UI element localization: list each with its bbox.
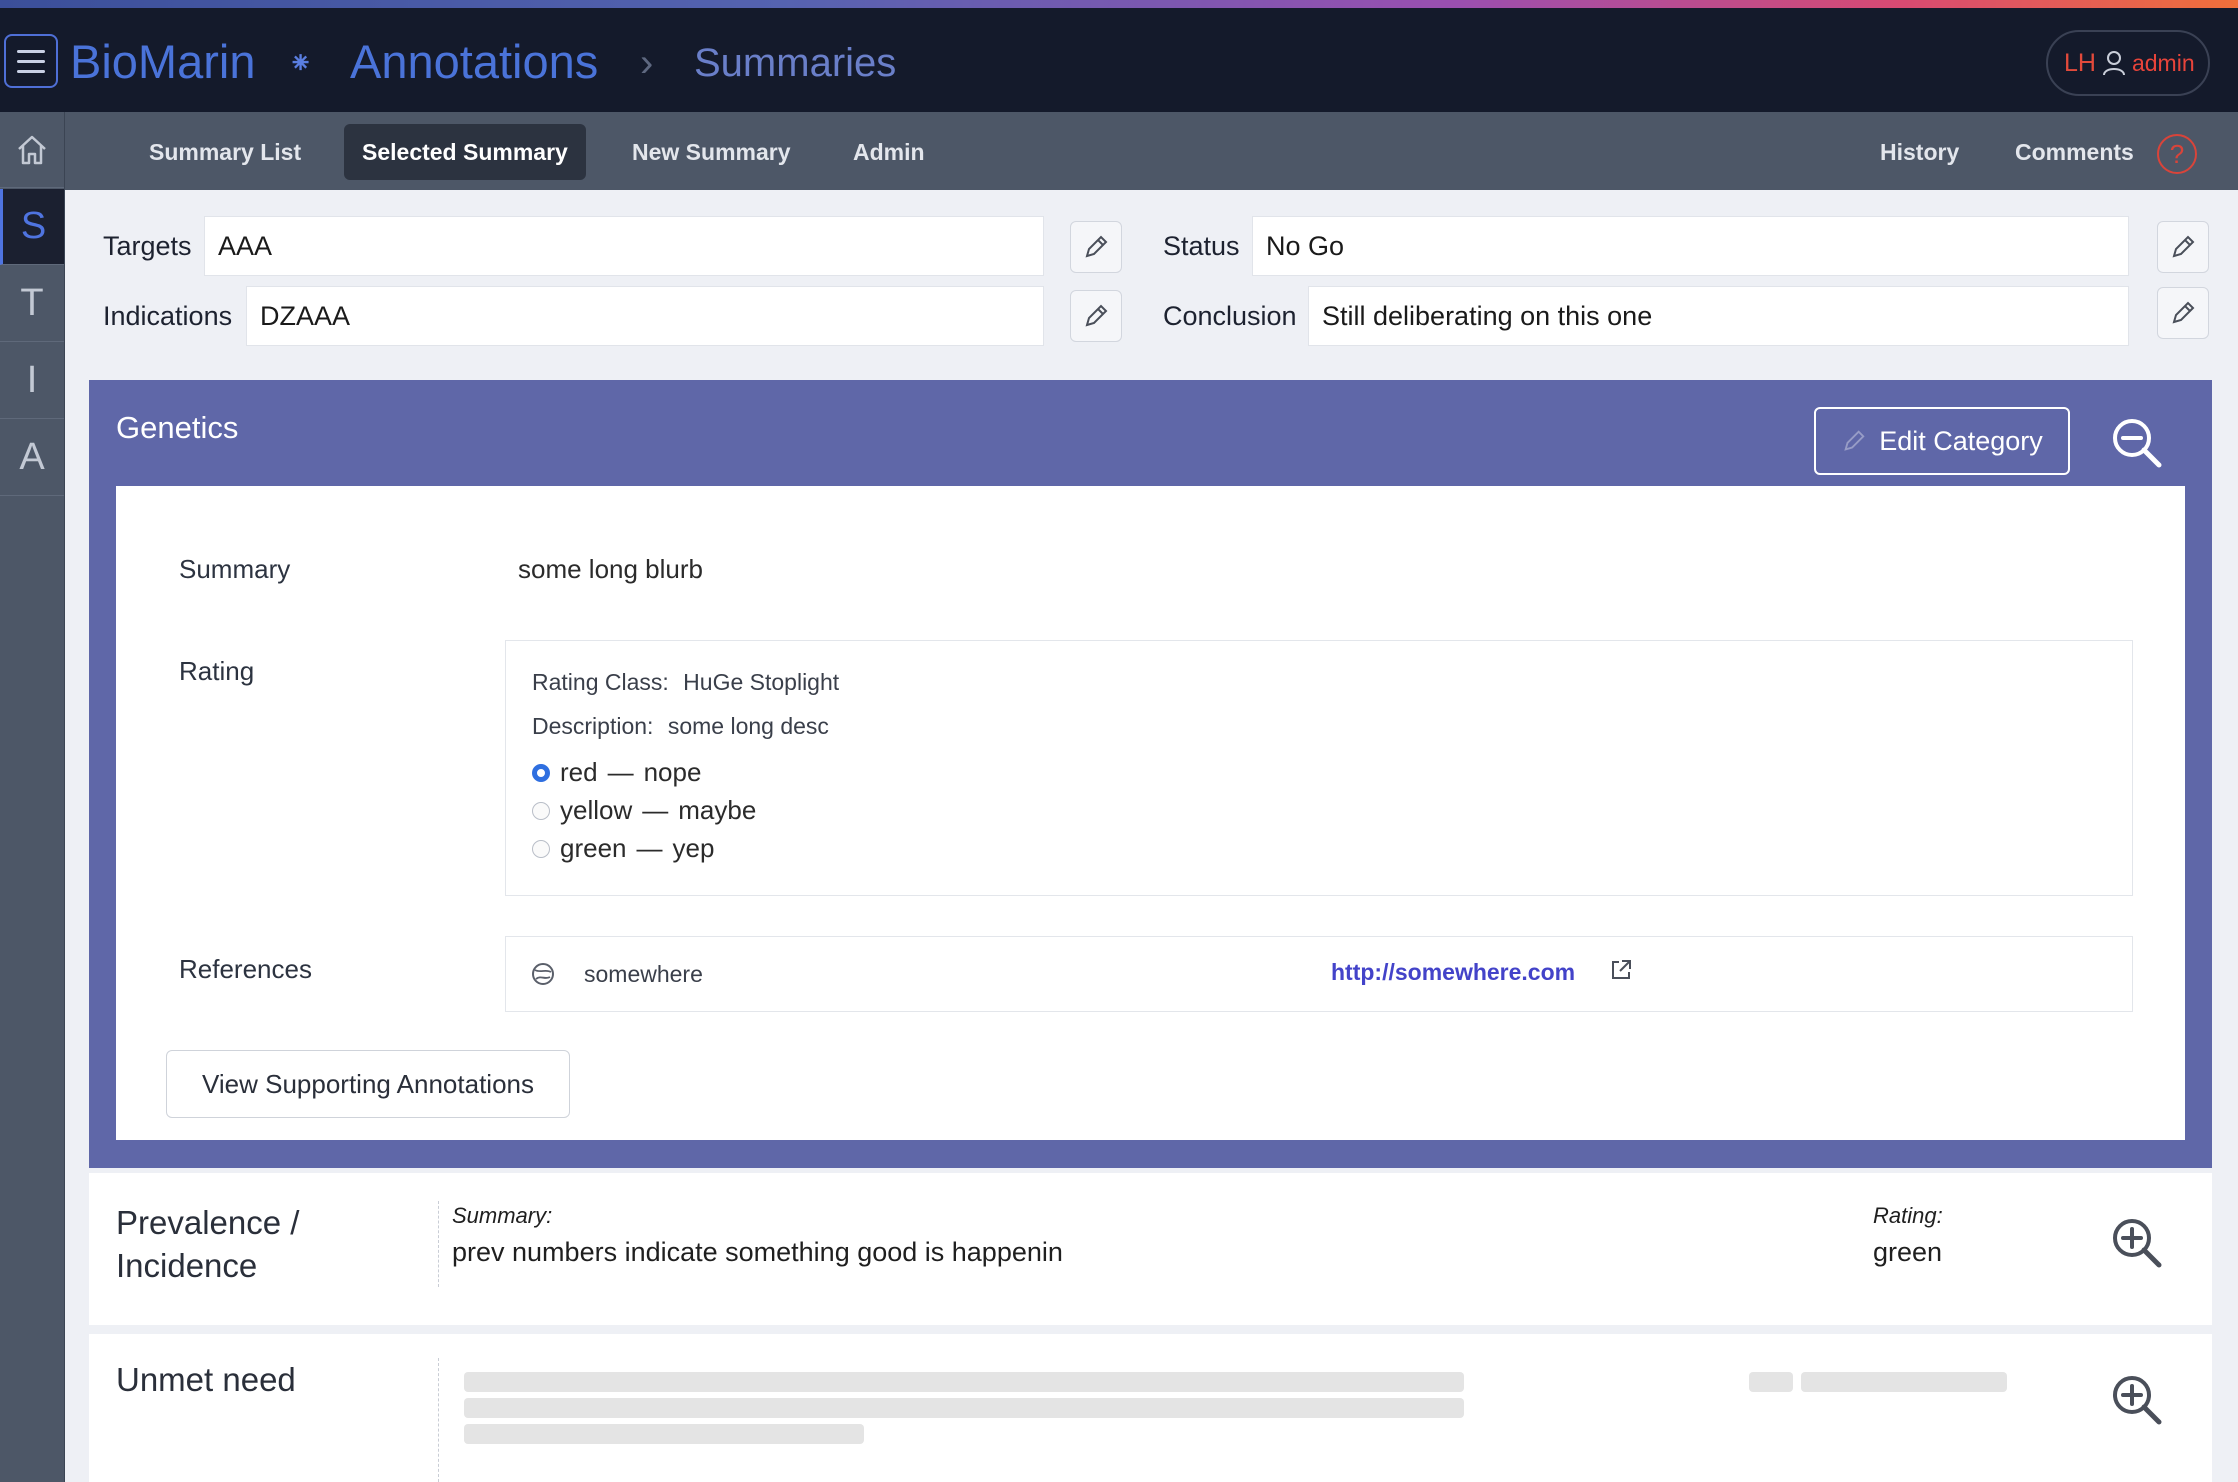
reference-name: somewhere xyxy=(584,961,703,987)
reference-row: somewhere http://somewhere.com xyxy=(505,936,2133,1012)
indications-field[interactable]: DZAAA xyxy=(246,286,1044,346)
pencil-icon xyxy=(1844,430,1865,451)
search-minus-icon[interactable] xyxy=(2107,413,2167,473)
radio-button[interactable] xyxy=(532,801,550,820)
rating-panel: Rating Class: HuGe Stoplight Description… xyxy=(505,640,2133,896)
rail-item-annotations[interactable]: A xyxy=(0,420,64,496)
option-value: yellow xyxy=(560,795,633,825)
indications-label: Indications xyxy=(103,301,233,331)
top-gradient-strip xyxy=(0,0,2238,8)
rating-option-green[interactable]: green — yep xyxy=(532,833,714,864)
tab-new-summary[interactable]: New Summary xyxy=(614,124,809,180)
edit-indications-button[interactable] xyxy=(1070,290,1122,342)
rail-item-targets[interactable]: T xyxy=(0,266,64,342)
rating-label: Rating xyxy=(179,656,255,686)
user-initials: LH xyxy=(2064,48,2096,77)
breadcrumb-summaries[interactable]: Summaries xyxy=(694,38,896,88)
brand-separator-icon: ⁕ xyxy=(288,47,314,80)
left-rail: S T I A xyxy=(0,112,65,1482)
summary-value: some long blurb xyxy=(518,554,703,584)
external-link-icon[interactable] xyxy=(1608,957,1634,983)
divider xyxy=(438,1358,439,1482)
edit-category-label: Edit Category xyxy=(1879,425,2043,456)
user-menu-button[interactable]: LH admin xyxy=(2046,30,2210,96)
description-value: some long desc xyxy=(667,713,829,739)
status-field[interactable]: No Go xyxy=(1252,216,2129,276)
description-label: Description: xyxy=(532,713,654,739)
option-value: green xyxy=(560,833,627,863)
edit-conclusion-button[interactable] xyxy=(2157,287,2209,339)
category-title: Genetics xyxy=(116,410,239,445)
loading-skeleton xyxy=(464,1372,1464,1392)
targets-field[interactable]: AAA xyxy=(204,216,1044,276)
user-name: admin xyxy=(2131,49,2195,76)
category-prevalence[interactable]: Prevalence / Incidence Summary: prev num… xyxy=(89,1173,2212,1325)
rating-class-value: HuGe Stoplight xyxy=(683,669,840,695)
brand-logo[interactable]: BioMarin xyxy=(70,34,255,90)
option-meaning: maybe xyxy=(678,795,757,825)
search-plus-icon[interactable] xyxy=(2107,1213,2167,1273)
rating-class: Rating Class: HuGe Stoplight xyxy=(532,669,839,696)
edit-targets-button[interactable] xyxy=(1070,221,1122,273)
tab-selected-summary[interactable]: Selected Summary xyxy=(344,124,586,180)
loading-skeleton xyxy=(464,1424,864,1444)
conclusion-label: Conclusion xyxy=(1163,301,1297,331)
globe-icon xyxy=(532,963,554,985)
option-meaning: nope xyxy=(643,757,702,787)
edit-status-button[interactable] xyxy=(2157,221,2209,273)
loading-skeleton xyxy=(464,1398,1464,1418)
category-title-line2: Incidence xyxy=(116,1247,258,1284)
loading-skeleton xyxy=(1801,1372,2007,1392)
category-body: Summary some long blurb Rating Rating Cl… xyxy=(116,486,2185,1140)
rating-description: Description: some long desc xyxy=(532,713,829,740)
rail-item-indications[interactable]: I xyxy=(0,343,64,419)
home-icon[interactable] xyxy=(0,112,64,188)
rating-value: green xyxy=(1873,1237,1943,1267)
user-icon xyxy=(2102,51,2125,76)
option-dash: — xyxy=(636,833,663,863)
rating-class-label: Rating Class: xyxy=(532,669,669,695)
tab-history[interactable]: History xyxy=(1862,124,1977,180)
divider xyxy=(438,1201,439,1287)
help-icon[interactable]: ? xyxy=(2157,134,2197,174)
rating-option-red[interactable]: red — nope xyxy=(532,757,701,788)
rail-item-summaries[interactable]: S xyxy=(0,189,64,265)
targets-label: Targets xyxy=(103,231,192,261)
menu-icon[interactable] xyxy=(4,34,58,88)
radio-button[interactable] xyxy=(532,839,550,858)
summary-label: Summary: xyxy=(452,1203,553,1228)
category-title: Unmet need xyxy=(116,1361,296,1398)
references-label: References xyxy=(179,954,312,984)
tab-summary-list[interactable]: Summary List xyxy=(131,124,319,180)
status-label: Status xyxy=(1163,231,1240,261)
category-genetics: Genetics Edit Category Summary some long… xyxy=(89,380,2212,1168)
pencil-icon xyxy=(2172,301,2195,324)
tab-admin[interactable]: Admin xyxy=(835,124,943,180)
conclusion-field[interactable]: Still deliberating on this one xyxy=(1308,286,2129,346)
option-meaning: yep xyxy=(672,833,715,863)
edit-category-button[interactable]: Edit Category xyxy=(1814,407,2070,475)
rating-option-yellow[interactable]: yellow — maybe xyxy=(532,795,756,826)
breadcrumb-annotations[interactable]: Annotations xyxy=(350,34,598,90)
tab-comments[interactable]: Comments xyxy=(1997,124,2152,180)
nav-bar: Summary List Selected Summary New Summar… xyxy=(65,112,2238,190)
summary-value: prev numbers indicate something good is … xyxy=(452,1237,1063,1267)
loading-skeleton xyxy=(1749,1372,1793,1392)
breadcrumb-chevron-icon: › xyxy=(640,41,654,85)
view-supporting-annotations-button[interactable]: View Supporting Annotations xyxy=(166,1050,570,1118)
rating-label: Rating: xyxy=(1873,1203,1943,1228)
option-dash: — xyxy=(642,795,669,825)
pencil-icon xyxy=(1085,235,1108,258)
reference-link[interactable]: http://somewhere.com xyxy=(1331,959,1575,986)
pencil-icon xyxy=(2172,235,2195,258)
category-title-line1: Prevalence / xyxy=(116,1204,300,1241)
category-unmet-need[interactable]: Unmet need xyxy=(89,1334,2212,1482)
radio-button[interactable] xyxy=(532,763,550,782)
app-header: BioMarin ⁕ Annotations › Summaries LH ad… xyxy=(0,8,2238,112)
search-plus-icon[interactable] xyxy=(2107,1370,2167,1430)
pencil-icon xyxy=(1085,304,1108,327)
option-dash: — xyxy=(607,757,634,787)
option-value: red xyxy=(560,757,598,787)
summary-label: Summary xyxy=(179,554,291,584)
